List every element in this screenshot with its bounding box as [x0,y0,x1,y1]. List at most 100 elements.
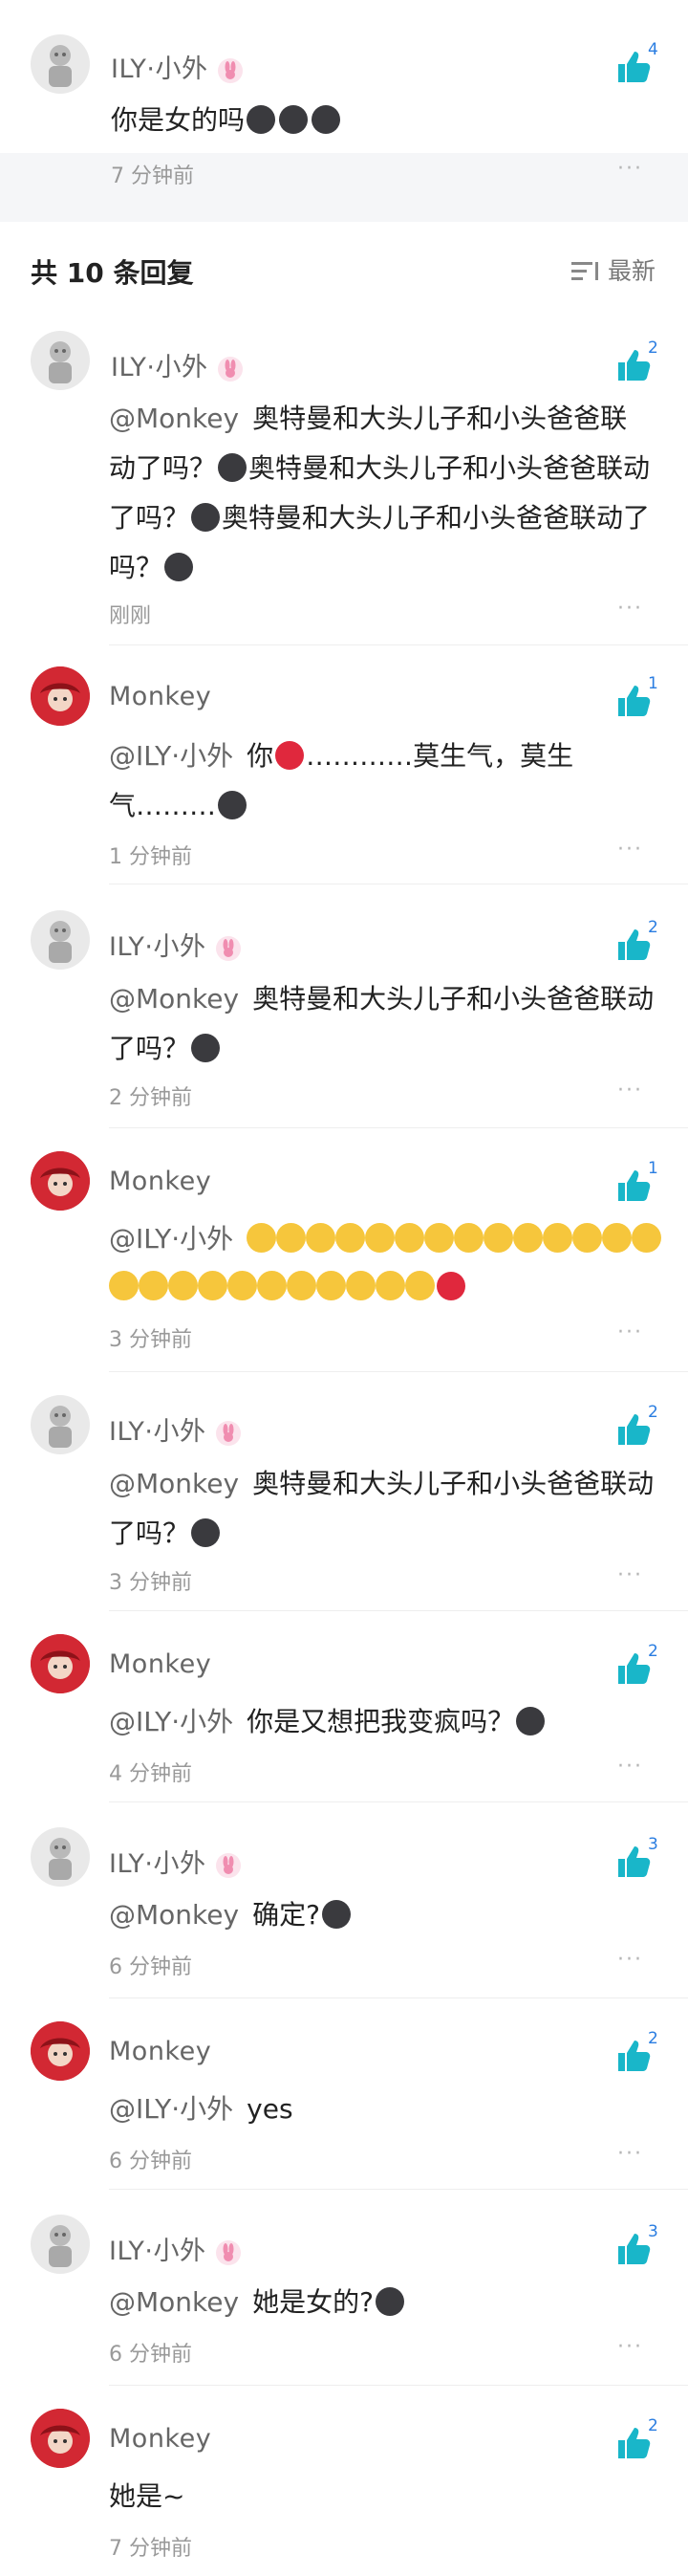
reply-item: ILY·小外 3 @Monkey 确定? 6 分钟前 ··· [0,1802,688,1998]
frustrated-face-emoji-icon [198,1271,227,1300]
timestamp: 7 分钟前 [111,164,194,188]
frustrated-face-emoji-icon [109,1271,139,1300]
reply-item: Monkey 1 @ILY·小外 3 分钟前 ··· [0,1128,688,1372]
reply-item: ILY·小外 2 @Monkey 奥特曼和大头儿子和小头爸爸联动了吗？ 3 分钟前… [0,1372,688,1611]
avatar[interactable] [31,1395,90,1454]
timestamp: 1 分钟前 [109,845,192,869]
dark-face-emoji-icon [164,553,194,581]
rabbit-badge-icon [217,356,243,382]
mention-link[interactable]: @Monkey [109,983,239,1015]
replies-header: 共 10 条回复 最新 [0,222,688,310]
sort-label: 最新 [607,257,656,285]
frustrated-face-emoji-icon [227,1271,257,1300]
timestamp: 3 分钟前 [109,1571,192,1595]
mention-link[interactable]: @Monkey [109,1899,239,1931]
like-count: 2 [648,918,658,937]
sort-icon [570,262,598,280]
timestamp: 7 分钟前 [109,2537,192,2561]
dark-face-emoji-icon [218,791,247,819]
timestamp: 6 分钟前 [109,2343,192,2367]
timestamp: 刚刚 [109,604,152,628]
mention-link[interactable]: @Monkey [109,1468,239,1499]
replies-count-title: 共 10 条回复 [31,257,194,289]
frustrated-face-emoji-icon [168,1271,198,1300]
more-options-icon[interactable]: ··· [617,1079,643,1102]
reply-text: 确定? [252,1899,320,1931]
frustrated-face-emoji-icon [139,1271,168,1300]
timestamp: 2 分钟前 [109,1086,192,1110]
mention-link[interactable]: @ILY·小外 [109,1223,233,1255]
more-options-icon[interactable]: ··· [617,838,643,862]
username[interactable]: Monkey [109,2424,211,2454]
frustrated-face-emoji-icon [543,1223,573,1253]
frustrated-face-emoji-icon [335,1223,366,1253]
reply-text: 她是女的? [252,2286,374,2318]
top-comment: ILY·小外 4 你是女的吗 [0,0,688,153]
more-options-icon[interactable]: ··· [617,1321,643,1344]
like-count: 3 [648,2222,658,2241]
mention-link[interactable]: @ILY·小外 [109,2093,233,2125]
frustrated-face-emoji-icon [632,1223,662,1253]
frustrated-face-emoji-icon [287,1271,316,1300]
more-options-icon[interactable]: ··· [617,1755,643,1779]
dark-face-emoji-icon [279,105,309,134]
timestamp: 6 分钟前 [109,1955,192,1979]
more-options-icon[interactable]: ··· [617,1948,643,1972]
reply-item: Monkey 1 @ILY·小外你 …………莫生气，莫生气……… 1 分钟前 ··… [0,645,688,884]
like-count: 2 [648,1403,658,1422]
like-count: 1 [648,674,658,693]
reply-item: ILY·小外 2 @Monkey 奥特曼和大头儿子和小头爸爸联动了吗？ 奥特曼和大头… [0,316,688,645]
avatar[interactable] [31,2409,90,2468]
username[interactable]: Monkey [109,2037,211,2066]
username[interactable]: Monkey [109,1649,211,1679]
username[interactable]: ILY·小外 [109,1417,206,1447]
username[interactable]: ILY·小外 [109,1849,206,1879]
top-comment-footer: 7 分钟前 ··· [0,153,688,222]
username[interactable]: Monkey [109,682,211,711]
mention-link[interactable]: @Monkey [109,2286,239,2318]
avatar[interactable] [31,1827,90,1887]
avatar[interactable] [31,2021,90,2081]
more-options-icon[interactable]: ··· [617,2335,643,2359]
frustrated-face-emoji-icon [257,1271,287,1300]
dark-face-emoji-icon [516,1707,546,1736]
sort-button[interactable]: 最新 [570,252,656,287]
mention-link[interactable]: @Monkey [109,403,239,434]
avatar[interactable] [31,910,90,970]
username[interactable]: Monkey [109,1167,211,1196]
username[interactable]: ILY·小外 [109,932,206,962]
avatar[interactable] [31,1634,90,1693]
avatar[interactable] [31,34,90,94]
frustrated-face-emoji-icon [306,1223,336,1253]
frustrated-face-emoji-icon [276,1223,307,1253]
timestamp: 6 分钟前 [109,2150,192,2173]
dark-face-emoji-icon [191,503,221,532]
rabbit-badge-icon [215,935,241,961]
rabbit-badge-icon [215,2239,241,2265]
avatar[interactable] [31,666,90,726]
timestamp: 4 分钟前 [109,1762,192,1786]
reply-text: 你是又想把我变疯吗？ [247,1706,515,1737]
username[interactable]: ILY·小外 [109,2237,206,2266]
more-options-icon[interactable]: ··· [617,597,643,621]
frustrated-face-emoji-icon [376,1271,405,1300]
dark-face-emoji-icon [191,1518,221,1547]
angry-face-emoji-icon [437,1272,465,1300]
username[interactable]: ILY·小外 [111,55,208,84]
more-options-icon[interactable]: ··· [617,1563,643,1587]
mention-link[interactable]: @ILY·小外 [109,1706,233,1737]
frustrated-face-emoji-icon [484,1223,514,1253]
mention-link[interactable]: @ILY·小外 [109,740,233,772]
avatar[interactable] [31,1151,90,1211]
frustrated-face-emoji-icon [572,1223,603,1253]
like-count: 2 [648,2416,658,2435]
rabbit-badge-icon [217,57,243,83]
avatar[interactable] [31,2215,90,2274]
reply-text: 她是~ [109,2480,185,2512]
like-count: 4 [648,40,658,59]
more-options-icon[interactable]: ··· [617,157,643,181]
username[interactable]: ILY·小外 [111,353,208,382]
more-options-icon[interactable]: ··· [617,2142,643,2166]
avatar[interactable] [31,331,90,390]
dark-face-emoji-icon [375,2287,404,2316]
